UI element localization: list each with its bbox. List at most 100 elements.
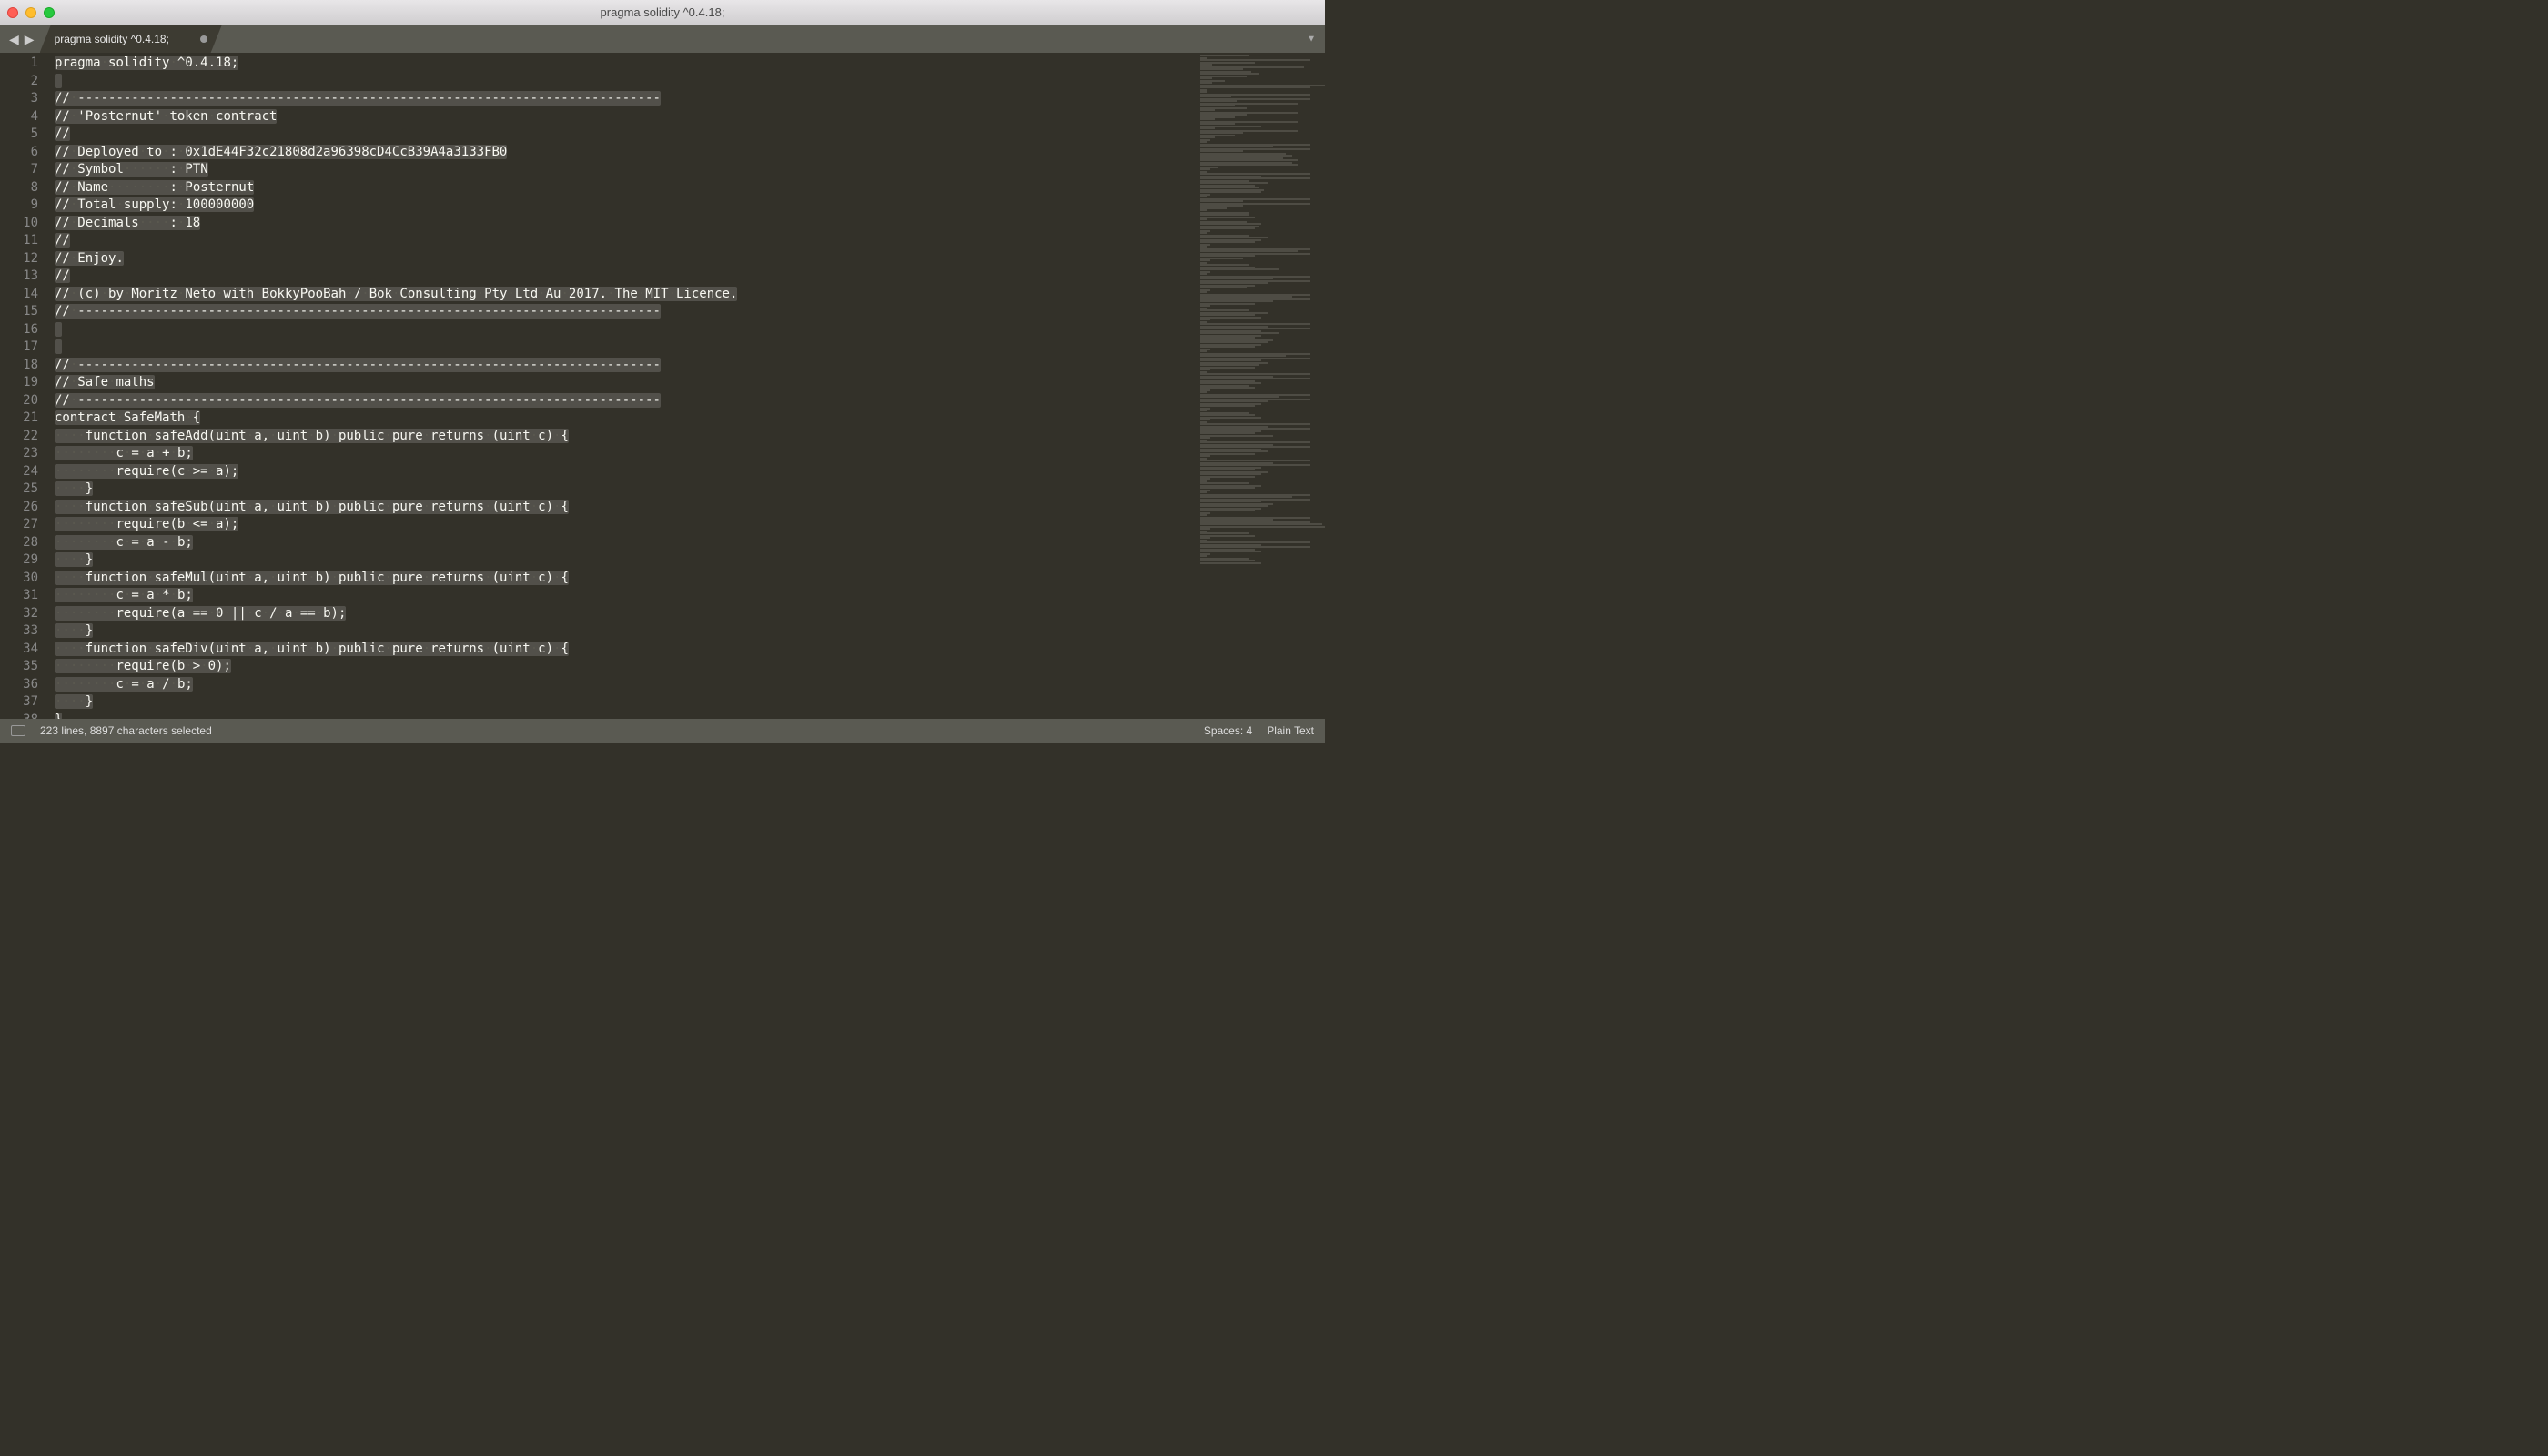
line-number: 4	[0, 108, 38, 126]
line-number: 22	[0, 428, 38, 446]
line-number: 24	[0, 463, 38, 481]
line-number: 30	[0, 570, 38, 588]
code-line[interactable]: //·Symbol······:·PTN	[55, 161, 1198, 179]
code-line[interactable]: //·'Posternut'·token·contract	[55, 108, 1198, 126]
code-line[interactable]: ····}	[55, 693, 1198, 712]
title-bar: pragma solidity ^0.4.18;	[0, 0, 1325, 25]
line-number: 3	[0, 90, 38, 108]
code-line[interactable]: contract·SafeMath·{	[55, 410, 1198, 428]
code-line[interactable]	[55, 73, 1198, 91]
line-number-gutter: 1234567891011121314151617181920212223242…	[0, 53, 46, 719]
code-line[interactable]: ····}	[55, 480, 1198, 499]
traffic-lights	[7, 7, 55, 18]
line-number: 25	[0, 480, 38, 499]
code-line[interactable]: ····function·safeDiv(uint·a,·uint·b)·pub…	[55, 641, 1198, 659]
minimap-line	[1200, 435, 1273, 437]
code-line[interactable]: //	[55, 232, 1198, 250]
tab-dropdown-icon[interactable]: ▼	[1307, 35, 1316, 45]
code-line[interactable]: //·-------------------------------------…	[55, 357, 1198, 375]
line-number: 12	[0, 250, 38, 268]
line-number: 8	[0, 179, 38, 197]
code-line[interactable]: ········require(a·==·0·||·c·/·a·==·b);	[55, 605, 1198, 623]
minimap-line	[1200, 217, 1255, 218]
code-line[interactable]: //·Total·supply:·100000000	[55, 197, 1198, 215]
code-line[interactable]: ········c·=·a·/·b;	[55, 676, 1198, 694]
line-number: 37	[0, 693, 38, 712]
line-number: 10	[0, 215, 38, 233]
code-line[interactable]: //·Deployed·to·:·0x1dE44F32c21808d2a9639…	[55, 144, 1198, 162]
line-number: 20	[0, 392, 38, 410]
line-number: 15	[0, 303, 38, 321]
code-line[interactable]: //·Decimals····:·18	[55, 215, 1198, 233]
code-line[interactable]: ········c·=·a·+·b;	[55, 445, 1198, 463]
code-line[interactable]: ····function·safeMul(uint·a,·uint·b)·pub…	[55, 570, 1198, 588]
code-line[interactable]: //	[55, 126, 1198, 144]
line-number: 7	[0, 161, 38, 179]
code-line[interactable]: pragma·solidity·^0.4.18;	[55, 55, 1198, 73]
code-line[interactable]: //·(c)·by·Moritz·Neto·with·BokkyPooBah·/…	[55, 286, 1198, 304]
line-number: 28	[0, 534, 38, 552]
nav-forward-icon[interactable]: ▶	[25, 32, 35, 47]
code-line[interactable]: }	[55, 712, 1198, 720]
code-line[interactable]: ····}	[55, 551, 1198, 570]
line-number: 9	[0, 197, 38, 215]
code-line[interactable]: ········require(b·<=·a);	[55, 516, 1198, 534]
line-number: 13	[0, 268, 38, 286]
code-line[interactable]: //·-------------------------------------…	[55, 392, 1198, 410]
code-line[interactable]: ········c·=·a·*·b;	[55, 587, 1198, 605]
maximize-button[interactable]	[44, 7, 55, 18]
panel-switcher-icon[interactable]	[11, 725, 25, 736]
editor-body[interactable]: pragma·solidity·^0.4.18; //·------------…	[46, 53, 1198, 719]
minimap-line	[1200, 526, 1325, 528]
code-line[interactable]: //	[55, 268, 1198, 286]
code-line[interactable]: ····}	[55, 622, 1198, 641]
tab-bar: ◀ ▶ pragma solidity ^0.4.18; ▼	[0, 25, 1325, 53]
code-line[interactable]: //·Enjoy.	[55, 250, 1198, 268]
line-number: 38	[0, 712, 38, 720]
code-line[interactable]: //·-------------------------------------…	[55, 303, 1198, 321]
line-number: 18	[0, 357, 38, 375]
line-number: 1	[0, 55, 38, 73]
code-line[interactable]	[55, 339, 1198, 357]
status-bar: 223 lines, 8897 characters selected Spac…	[0, 719, 1325, 743]
line-number: 2	[0, 73, 38, 91]
line-number: 26	[0, 499, 38, 517]
minimap[interactable]	[1198, 53, 1325, 719]
syntax-status[interactable]: Plain Text	[1267, 724, 1314, 737]
line-number: 6	[0, 144, 38, 162]
code-line[interactable]: ····function·safeSub(uint·a,·uint·b)·pub…	[55, 499, 1198, 517]
indentation-status[interactable]: Spaces: 4	[1204, 724, 1252, 737]
minimap-line	[1200, 268, 1279, 270]
line-number: 14	[0, 286, 38, 304]
line-number: 33	[0, 622, 38, 641]
minimize-button[interactable]	[25, 7, 36, 18]
line-number: 11	[0, 232, 38, 250]
editor-container: 1234567891011121314151617181920212223242…	[0, 53, 1325, 719]
line-number: 29	[0, 551, 38, 570]
code-line[interactable]: ········c·=·a·-·b;	[55, 534, 1198, 552]
code-line[interactable]	[55, 321, 1198, 339]
line-number: 34	[0, 641, 38, 659]
tab-label: pragma solidity ^0.4.18;	[55, 33, 193, 46]
line-number: 35	[0, 658, 38, 676]
code-line[interactable]: //·-------------------------------------…	[55, 90, 1198, 108]
file-tab[interactable]: pragma solidity ^0.4.18;	[40, 25, 222, 53]
minimap-line	[1200, 55, 1249, 56]
line-number: 19	[0, 374, 38, 392]
line-number: 36	[0, 676, 38, 694]
nav-back-icon[interactable]: ◀	[9, 32, 19, 47]
nav-arrows: ◀ ▶	[0, 25, 44, 53]
window-title: pragma solidity ^0.4.18;	[601, 5, 725, 19]
code-line[interactable]: //·Safe·maths	[55, 374, 1198, 392]
code-line[interactable]: ········require(b·>·0);	[55, 658, 1198, 676]
line-number: 17	[0, 339, 38, 357]
line-number: 21	[0, 410, 38, 428]
code-line[interactable]: //·Name········:·Posternut	[55, 179, 1198, 197]
close-button[interactable]	[7, 7, 18, 18]
line-number: 31	[0, 587, 38, 605]
minimap-line	[1200, 86, 1310, 88]
code-line[interactable]: ········require(c·>=·a);	[55, 463, 1198, 481]
line-number: 23	[0, 445, 38, 463]
selection-status: 223 lines, 8897 characters selected	[40, 724, 212, 737]
code-line[interactable]: ····function·safeAdd(uint·a,·uint·b)·pub…	[55, 428, 1198, 446]
